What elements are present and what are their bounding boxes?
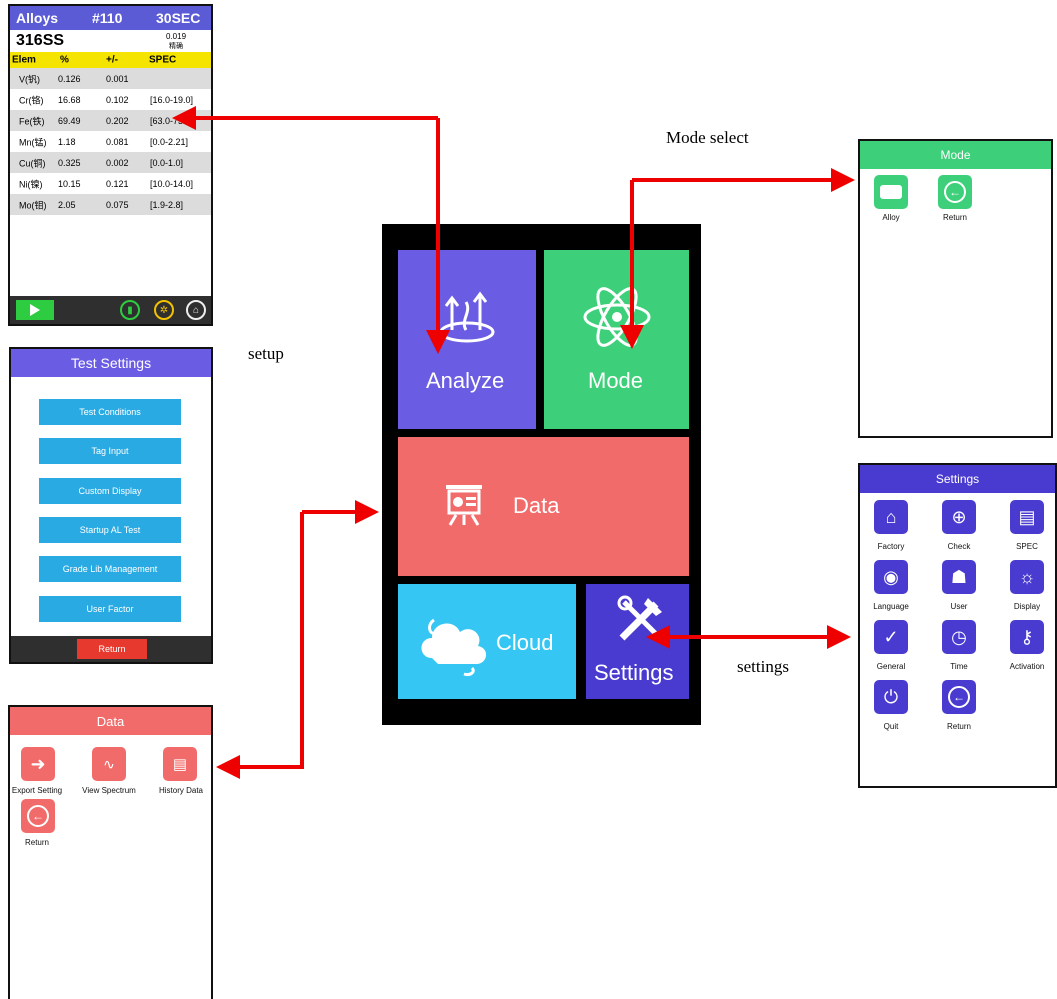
arrow-data-vert bbox=[216, 512, 304, 779]
connector-arrows bbox=[172, 106, 855, 779]
